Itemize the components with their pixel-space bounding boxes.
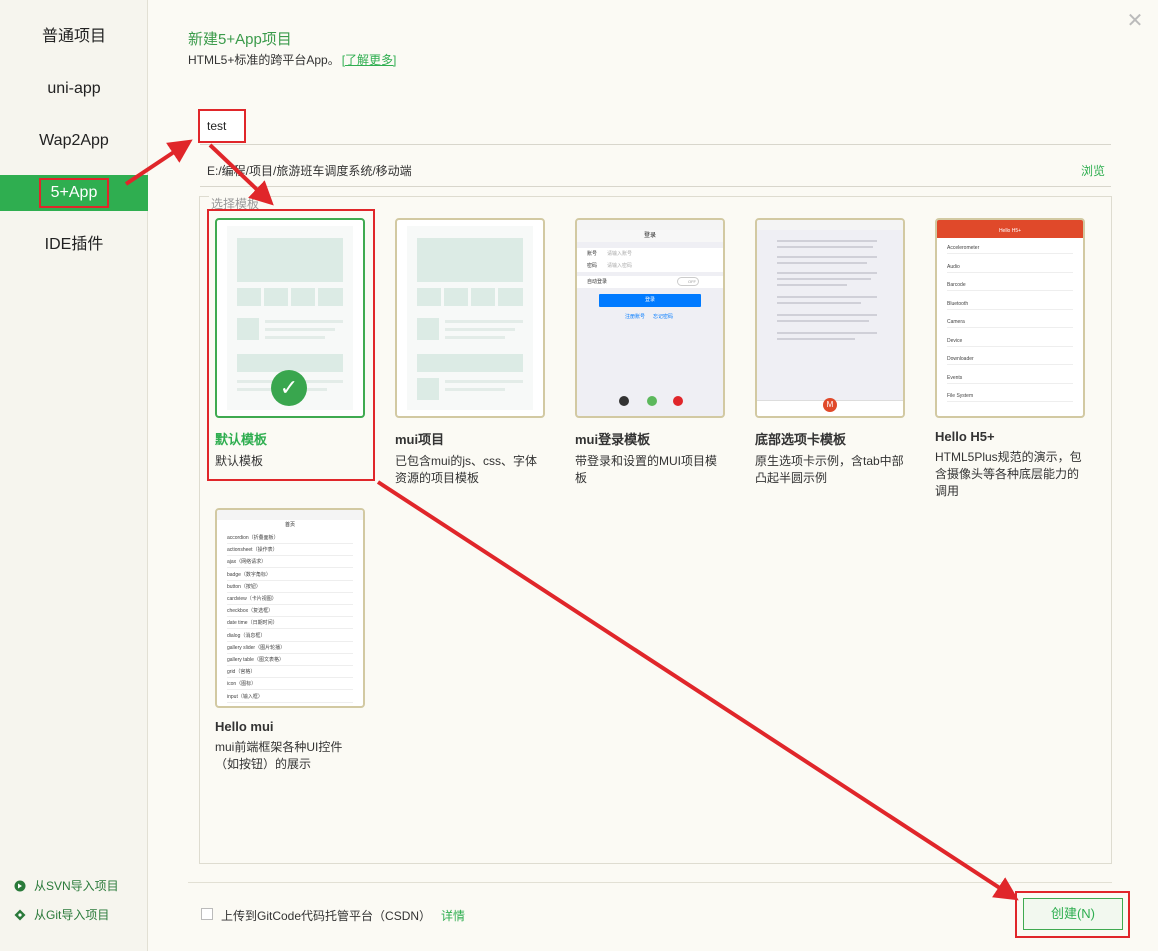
mui-nav-title: 首页 <box>284 522 295 528</box>
sidebar-item-wap2app[interactable]: Wap2App <box>0 123 148 159</box>
template-title: mui登录模板 <box>575 432 651 447</box>
h5-list-item: Bluetooth <box>947 298 1073 310</box>
template-card-hello-mui[interactable]: 首页 accordion（折叠面板） actionsheet（操作表） ajax（网… <box>215 508 365 773</box>
create-button[interactable]: 创建(N) <box>1023 898 1123 930</box>
h5-list-item: Barcode <box>947 279 1073 291</box>
mui-list-item: grid（宫格） <box>227 666 353 679</box>
template-thumbnail: M <box>755 218 905 418</box>
login-password-placeholder: 请输入密码 <box>607 263 633 269</box>
template-card-hello-h5[interactable]: Hello H5+ Accelerometer Audio Barcode Bluet… <box>935 218 1085 500</box>
git-import-link[interactable]: 从Git导入项目 <box>14 906 109 923</box>
sidebar-item-5plus-app[interactable]: 5+App <box>0 175 148 211</box>
template-desc: 带登录和设置的MUI项目模板 <box>575 454 717 485</box>
divider <box>200 186 1111 187</box>
template-title: Hello mui <box>215 719 274 734</box>
status-bar <box>217 510 363 520</box>
page-title: 新建5+App项目 <box>188 31 292 48</box>
login-auto-label: 自动登录 <box>587 279 608 285</box>
sidebar-item-normal-project[interactable]: 普通项目 <box>0 19 148 55</box>
sidebar-item-label: Wap2App <box>39 132 109 149</box>
subtitle-text: HTML5+标准的跨平台App。 <box>188 53 340 67</box>
mui-list-item: actionsheet（操作表） <box>227 544 353 557</box>
git-icon <box>14 909 26 920</box>
mui-list-item: gallery table（图文表格） <box>227 654 353 666</box>
mui-list-item: gallery slider（图片轮播） <box>227 642 353 654</box>
sidebar-item-label: 普通项目 <box>41 28 106 45</box>
gitcode-checkbox[interactable] <box>201 908 213 920</box>
learn-more-link[interactable]: [了解更多] <box>342 53 397 67</box>
divider <box>200 144 1111 145</box>
status-bar <box>577 220 723 230</box>
project-name-input[interactable]: test <box>198 109 246 143</box>
h5-list-item: Camera <box>947 316 1073 328</box>
annotation-frame <box>207 209 375 481</box>
sidebar-item-label: uni-app <box>47 80 101 97</box>
divider <box>188 882 1112 883</box>
template-thumbnail: Hello H5+ Accelerometer Audio Barcode Bluet… <box>935 218 1085 418</box>
h5-list-item: Device <box>947 335 1073 347</box>
wechat-icon <box>647 396 657 406</box>
h5-list-item: File System <box>947 390 1073 402</box>
main-panel: ✕ 新建5+App项目 HTML5+标准的跨平台App。 [了解更多] test … <box>149 0 1158 951</box>
template-title: mui项目 <box>395 432 445 447</box>
template-desc: 已包含mui的js、css、字体资源的项目模板 <box>395 454 538 485</box>
login-thumb-button: 登录 <box>599 294 701 307</box>
gitcode-detail-link[interactable]: 详情 <box>441 907 465 924</box>
h5-list-item: Downloader <box>947 353 1073 365</box>
template-thumbnail: 登录 账号 请输入账号 密码 请输入密码 自动登录 OFF 登录 注册账号 忘记… <box>575 218 725 418</box>
svn-import-label: 从SVN导入项目 <box>34 879 119 893</box>
login-account-placeholder: 请输入账号 <box>607 251 633 257</box>
template-title: Hello H5+ <box>935 429 995 444</box>
template-title: 底部选项卡模板 <box>755 432 847 447</box>
gitcode-label: 上传到GitCode代码托管平台（CSDN） <box>221 909 432 923</box>
close-icon[interactable]: ✕ <box>1126 11 1144 31</box>
mui-list-item: date time（日期时间） <box>227 617 353 630</box>
template-card-tab[interactable]: M 底部选项卡模板 原生选项卡示例，含tab中部凸起半圆示例 <box>755 218 905 487</box>
mui-list-item: checkbox（复选框） <box>227 605 353 618</box>
sidebar-item-ide-plugin[interactable]: IDE插件 <box>0 227 148 263</box>
h5-list-item: Audio <box>947 261 1073 273</box>
template-thumbnail: 首页 accordion（折叠面板） actionsheet（操作表） ajax（网… <box>215 508 365 708</box>
login-account-label: 账号 <box>587 251 598 257</box>
template-thumbnail <box>395 218 545 418</box>
mui-list-item: icon（图标） <box>227 678 353 691</box>
sidebar: 普通项目 uni-app Wap2App 5+App IDE插件 从SVN导入项… <box>0 0 148 951</box>
mui-list-item: button（按钮） <box>227 581 353 593</box>
svn-icon <box>14 880 26 891</box>
page-subtitle: HTML5+标准的跨平台App。 [了解更多] <box>188 51 396 68</box>
template-card-mui-login[interactable]: 登录 账号 请输入账号 密码 请输入密码 自动登录 OFF 登录 注册账号 忘记… <box>575 218 725 487</box>
template-desc: HTML5Plus规范的演示，包含摄像头等各种底层能力的调用 <box>935 450 1082 498</box>
login-auto-toggle: OFF <box>677 277 699 286</box>
login-forgot-link: 忘记密码 <box>653 314 674 320</box>
svn-import-link[interactable]: 从SVN导入项目 <box>14 877 119 894</box>
status-bar <box>757 220 903 230</box>
git-import-label: 从Git导入项目 <box>34 908 110 922</box>
mui-list-item: badge（数字角标） <box>227 569 353 581</box>
login-password-label: 密码 <box>587 263 598 269</box>
qq-icon <box>619 396 629 406</box>
template-desc: 原生选项卡示例，含tab中部凸起半圆示例 <box>755 454 904 485</box>
mui-list-item: ajax（网络请求） <box>227 556 353 569</box>
login-nav-title: 登录 <box>577 230 723 242</box>
sidebar-item-label: IDE插件 <box>44 236 104 253</box>
mui-list-item: cardview（卡片视图） <box>227 593 353 605</box>
sidebar-item-label: 5+App <box>38 178 110 208</box>
h5-header: Hello H5+ <box>937 220 1083 238</box>
login-register-link: 注册账号 <box>625 314 646 320</box>
template-card-mui[interactable]: mui项目 已包含mui的js、css、字体资源的项目模板 <box>395 218 545 487</box>
tab-center-icon: M <box>823 398 837 412</box>
browse-button[interactable]: 浏览 <box>1081 162 1105 179</box>
h5-list-item: Accelerometer <box>947 242 1073 254</box>
mui-list-item: accordion（折叠面板） <box>227 532 353 544</box>
weibo-icon <box>673 396 683 406</box>
mui-list-item: dialog（消息框） <box>227 630 353 642</box>
sidebar-item-uni-app[interactable]: uni-app <box>0 71 148 107</box>
h5-list-item: Events <box>947 372 1073 384</box>
project-path-field[interactable]: E:/编程/项目/旅游班车调度系统/移动端 <box>207 162 412 179</box>
template-desc: mui前端框架各种UI控件（如按钮）的展示 <box>215 740 343 771</box>
mui-list-item: input（输入框） <box>227 691 353 703</box>
